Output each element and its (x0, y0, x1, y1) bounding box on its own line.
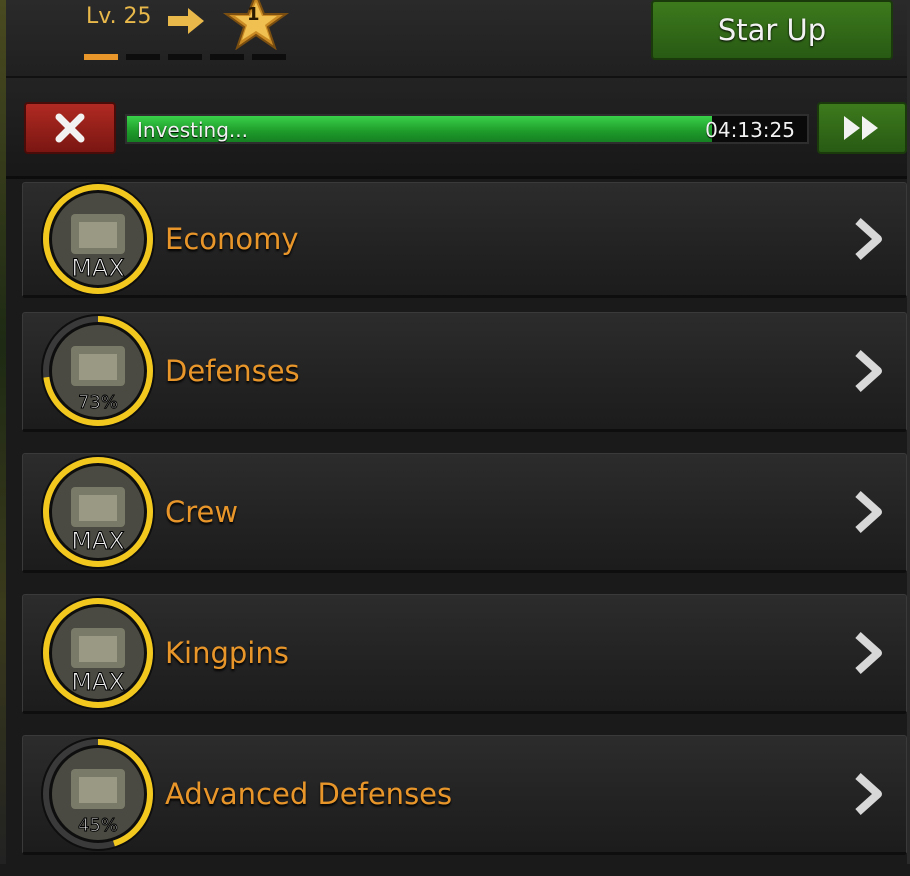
category-badge: 45% (78, 815, 118, 836)
category-badge: MAX (71, 668, 125, 696)
advanced-gate-icon: 45% (41, 737, 155, 851)
progress-label: Investing... (137, 118, 248, 142)
investing-progress-bar: Investing... 04:13:25 (125, 114, 809, 144)
current-level: Lv. 25 (86, 4, 152, 29)
category-list: MAX Economy 73% Defenses MAX Crew MAX Kingpins 4… (22, 182, 907, 876)
investing-row: Investing... 04:13:25 (6, 78, 907, 179)
category-badge: MAX (71, 527, 125, 555)
chevron-right-icon (855, 350, 882, 392)
dash-empty (126, 54, 160, 60)
kingpins-icon: MAX (41, 596, 155, 710)
chevron-right-icon (855, 773, 882, 815)
category-label: Kingpins (165, 636, 289, 670)
fast-forward-icon (844, 116, 878, 140)
category-label: Economy (165, 222, 299, 256)
category-label: Defenses (165, 354, 300, 388)
chevron-right-icon (855, 491, 882, 533)
dash-empty (210, 54, 244, 60)
category-badge: MAX (71, 254, 125, 282)
category-row-economy[interactable]: MAX Economy (22, 182, 907, 298)
speed-up-button[interactable] (817, 102, 907, 154)
category-row-advanced-defenses[interactable]: 45% Advanced Defenses (22, 735, 907, 855)
star-up-button[interactable]: Star Up (651, 0, 893, 60)
progress-timer: 04:13:25 (705, 118, 795, 142)
category-row-crew[interactable]: MAX Crew (22, 453, 907, 573)
category-row-kingpins[interactable]: MAX Kingpins (22, 594, 907, 714)
arrow-right-icon (168, 8, 204, 34)
category-label: Crew (165, 495, 239, 529)
dash-empty (252, 54, 286, 60)
crew-icon: MAX (41, 455, 155, 569)
dash-filled (84, 54, 118, 60)
chevron-right-icon (855, 218, 882, 260)
category-badge: 73% (78, 392, 118, 413)
star-progress-dashes (84, 54, 286, 60)
close-icon (55, 113, 85, 143)
money-stack-icon: MAX (41, 182, 155, 296)
dash-empty (168, 54, 202, 60)
gate-icon: 73% (41, 314, 155, 428)
category-label: Advanced Defenses (165, 777, 453, 811)
chevron-right-icon (855, 632, 882, 674)
cancel-button[interactable] (24, 102, 116, 154)
star-level-number: 1 (247, 4, 260, 25)
category-row-defenses[interactable]: 73% Defenses (22, 312, 907, 432)
star-up-header: Lv. 25 1 Star Up (6, 0, 907, 78)
